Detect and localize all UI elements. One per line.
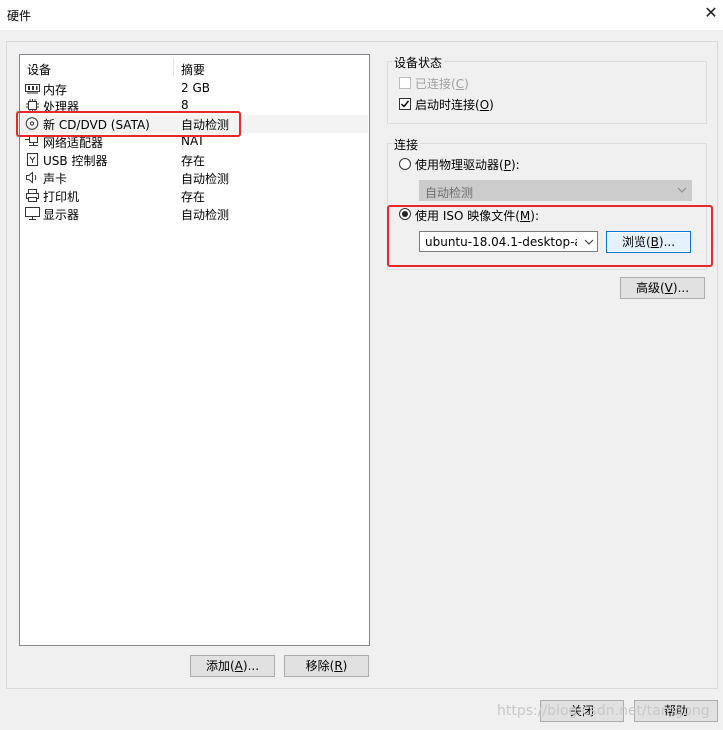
column-header-summary[interactable]: 摘要 <box>181 61 205 78</box>
column-header-device[interactable]: 设备 <box>27 61 51 78</box>
physical-drive-label: 使用物理驱动器(P): <box>415 158 520 172</box>
speaker-icon <box>25 171 40 184</box>
remove-button[interactable]: 移除(R) <box>284 655 369 677</box>
chevron-down-icon <box>677 184 687 198</box>
device-name: USB 控制器 <box>43 154 108 168</box>
add-button[interactable]: 添加(A)... <box>190 655 275 677</box>
column-separator[interactable] <box>173 58 174 76</box>
connection-label: 连接 <box>392 136 421 153</box>
physical-drive-radio[interactable] <box>399 158 411 170</box>
device-name: 内存 <box>43 83 68 97</box>
usb-icon <box>25 153 40 166</box>
device-name: 显示器 <box>43 208 80 222</box>
device-summary: 2 GB <box>181 81 210 95</box>
device-row-display[interactable]: 显示器 自动检测 <box>21 205 368 223</box>
highlight-box <box>16 111 241 137</box>
device-row-printer[interactable]: 打印机 存在 <box>21 187 368 205</box>
device-name: 打印机 <box>43 190 80 204</box>
device-summary: 自动检测 <box>181 172 230 186</box>
memory-icon <box>25 82 40 95</box>
device-summary: 8 <box>181 98 189 112</box>
title-bar <box>0 0 723 30</box>
device-summary: 存在 <box>181 190 206 204</box>
device-row-sound[interactable]: 声卡 自动检测 <box>21 169 368 187</box>
physical-drive-value: 自动检测 <box>425 186 474 200</box>
device-row-memory[interactable]: 内存 2 GB <box>21 80 368 98</box>
connected-label: 已连接(C) <box>415 77 469 91</box>
advanced-button[interactable]: 高级(V)... <box>620 277 705 299</box>
connect-at-power-on-checkbox[interactable] <box>399 98 411 110</box>
device-summary: 自动检测 <box>181 208 230 222</box>
device-name: 声卡 <box>43 172 68 186</box>
connected-checkbox[interactable] <box>399 77 411 89</box>
device-row-usb[interactable]: USB 控制器 存在 <box>21 151 368 169</box>
watermark: https://blog.csdn.net/tamgong <box>497 703 710 719</box>
printer-icon <box>25 189 40 202</box>
monitor-icon <box>25 207 40 220</box>
device-status-label: 设备状态 <box>392 54 445 71</box>
window-title: 硬件 <box>7 9 32 23</box>
highlight-box <box>387 205 713 267</box>
physical-drive-select[interactable]: 自动检测 <box>419 180 692 201</box>
device-summary: 存在 <box>181 154 206 168</box>
connect-at-power-on-label: 启动时连接(O) <box>415 98 494 112</box>
close-icon[interactable]: ✕ <box>702 4 720 22</box>
